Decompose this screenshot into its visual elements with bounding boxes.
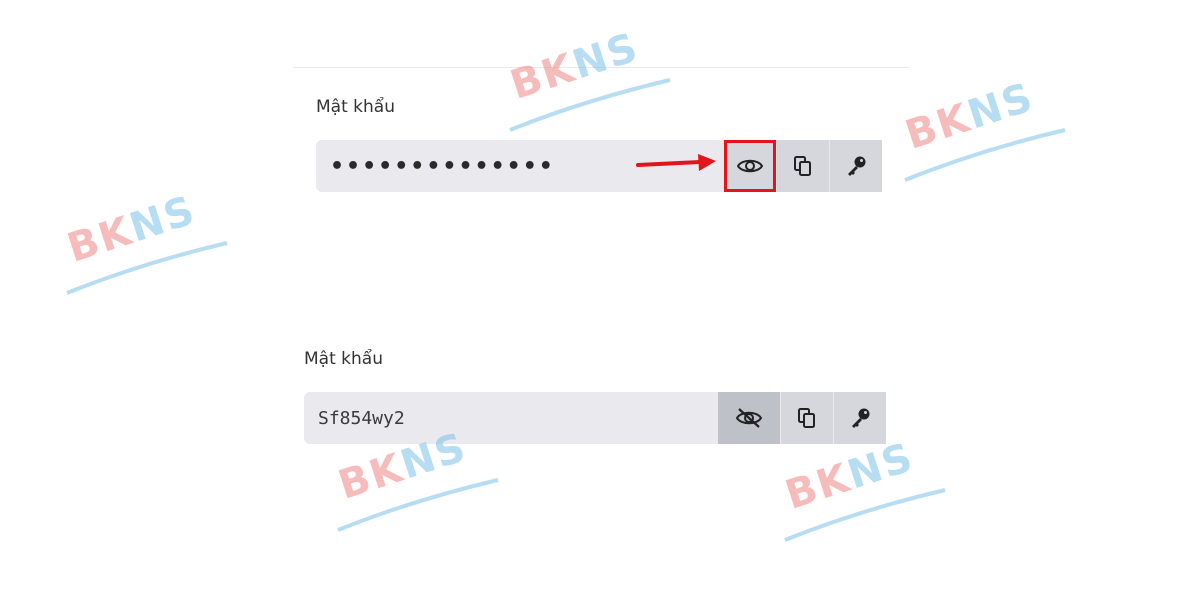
eye-icon <box>737 157 763 175</box>
password-field-revealed: Sf854wy2 <box>304 392 886 444</box>
watermark-logo: BKNS <box>900 74 1070 182</box>
copy-icon <box>797 407 817 429</box>
key-icon <box>845 155 867 177</box>
watermark-logo: BKNS <box>780 434 950 542</box>
key-icon <box>849 407 871 429</box>
stage: Mật khẩu •••••••••••••• Mật khẩu Sf854wy… <box>0 0 1200 600</box>
eye-slash-icon <box>735 407 763 429</box>
generate-password-button-2[interactable] <box>834 392 886 444</box>
hide-password-button[interactable] <box>718 392 780 444</box>
watermark-logo: BKNS <box>505 24 675 132</box>
generate-password-button[interactable] <box>830 140 882 192</box>
password-label-revealed: Mật khẩu <box>304 349 383 369</box>
copy-password-button-2[interactable] <box>781 392 833 444</box>
copy-icon <box>793 155 813 177</box>
watermark-logo: BKNS <box>333 424 503 532</box>
password-input-revealed[interactable]: Sf854wy2 <box>304 392 718 444</box>
watermark-logo: BKNS <box>62 187 232 295</box>
copy-password-button[interactable] <box>777 140 829 192</box>
top-divider <box>293 67 909 68</box>
annotation-arrow <box>636 154 716 171</box>
password-field-masked: •••••••••••••• <box>316 140 882 192</box>
password-label-masked: Mật khẩu <box>316 97 395 117</box>
show-password-button[interactable] <box>724 140 776 192</box>
